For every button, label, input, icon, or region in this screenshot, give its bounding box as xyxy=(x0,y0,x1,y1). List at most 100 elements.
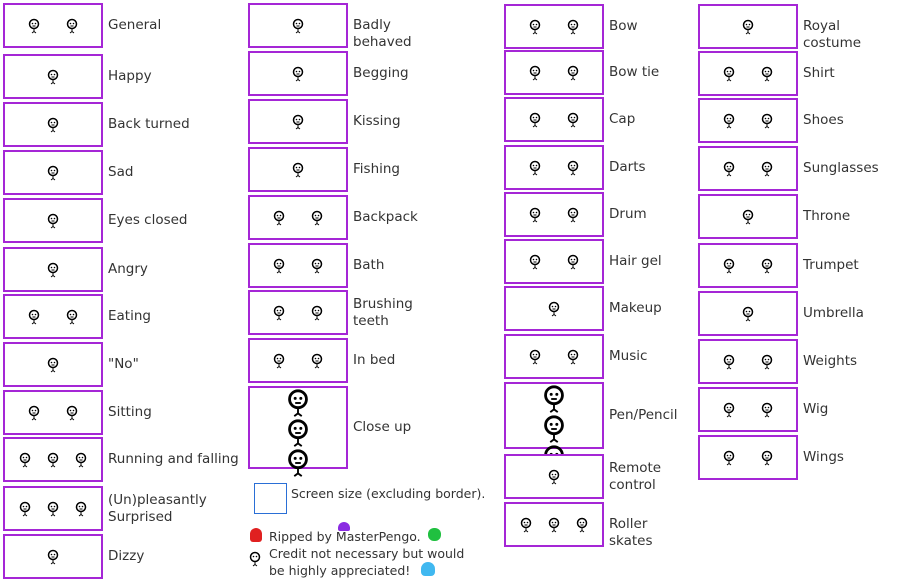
sprite-label: Remote control xyxy=(609,459,662,493)
sprite-frame xyxy=(504,334,604,379)
sprite-label: Kissing xyxy=(353,113,401,129)
sprite-frame xyxy=(3,102,103,147)
sprite-frame xyxy=(698,4,798,49)
character-sprite-icon xyxy=(567,207,578,222)
character-sprite-icon xyxy=(567,19,578,34)
sprite-frame xyxy=(698,194,798,239)
character-sprite-icon xyxy=(567,65,578,80)
blue-creature-icon xyxy=(421,562,435,576)
character-sprite-icon xyxy=(761,258,772,273)
sprite-label: Cap xyxy=(609,111,636,127)
character-sprite-icon xyxy=(47,213,59,228)
character-sprite-icon xyxy=(724,66,735,81)
sprite-label: Back turned xyxy=(108,116,190,132)
character-sprite-icon xyxy=(292,162,304,177)
sprite-label: Begging xyxy=(353,65,409,81)
sprite-label: Brushing teeth xyxy=(353,295,413,329)
sprite-frame xyxy=(248,3,348,48)
character-sprite-icon xyxy=(47,117,59,132)
sprite-frame xyxy=(3,150,103,195)
character-sprite-icon xyxy=(724,113,735,128)
sprite-label: Darts xyxy=(609,159,646,175)
sprite-frame xyxy=(698,387,798,432)
character-sprite-icon xyxy=(292,18,304,33)
character-sprite-icon xyxy=(29,18,40,33)
character-sprite-icon xyxy=(530,19,541,34)
sprite-frame xyxy=(248,51,348,96)
sprite-frame xyxy=(504,4,604,49)
screen-size-box xyxy=(254,483,287,514)
character-sprite-icon xyxy=(47,262,59,277)
character-sprite-icon xyxy=(530,112,541,127)
sprite-frame xyxy=(248,195,348,240)
sprite-label: Badly behaved xyxy=(353,17,412,50)
character-sprite-icon xyxy=(29,309,40,324)
credit-line-2: Credit not necessary but would xyxy=(269,546,465,561)
sprite-label: (Un)pleasantly Surprised xyxy=(108,491,207,525)
sprite-frame xyxy=(3,437,103,482)
character-sprite-icon xyxy=(548,469,560,484)
sprite-frame xyxy=(248,99,348,144)
screen-size-label: Screen size (excluding border). xyxy=(291,486,486,501)
character-sprite-icon xyxy=(274,210,285,225)
sprite-frame xyxy=(248,243,348,288)
character-sprite-icon xyxy=(724,450,735,465)
character-sprite-icon xyxy=(724,161,735,176)
character-sprite-icon xyxy=(19,501,31,516)
sprite-frame xyxy=(248,290,348,335)
character-sprite-icon xyxy=(544,385,564,413)
green-bird-icon xyxy=(428,528,441,541)
sprite-label: Roller skates xyxy=(609,516,653,549)
sprite-label: Makeup xyxy=(609,300,662,316)
sprite-frame xyxy=(504,286,604,331)
character-sprite-icon xyxy=(530,349,541,364)
credit-line-3: be highly appreciated! xyxy=(269,563,411,578)
character-sprite-icon xyxy=(548,517,560,532)
sprite-frame xyxy=(698,51,798,96)
sprite-frame xyxy=(504,145,604,190)
character-sprite-icon xyxy=(66,405,77,420)
character-sprite-icon xyxy=(761,66,772,81)
sprite-label: Running and falling xyxy=(108,451,239,467)
character-sprite-icon xyxy=(530,207,541,222)
character-sprite-icon xyxy=(274,353,285,368)
sprite-label: Music xyxy=(609,348,648,364)
sprite-frame xyxy=(698,291,798,336)
character-sprite-icon xyxy=(66,18,77,33)
character-sprite-icon xyxy=(567,254,578,269)
character-sprite-icon xyxy=(520,517,532,532)
sprite-frame xyxy=(504,239,604,284)
sprite-label: Fishing xyxy=(353,161,400,177)
character-sprite-icon xyxy=(75,501,87,516)
sprite-label: Weights xyxy=(803,353,858,369)
character-sprite-icon xyxy=(761,450,772,465)
sprite-label: Hair gel xyxy=(609,253,662,269)
sprite-label: Umbrella xyxy=(803,305,864,321)
sprite-frame xyxy=(698,146,798,191)
character-sprite-icon xyxy=(761,161,772,176)
sprite-label: Sad xyxy=(108,164,134,180)
sprite-label: Bow tie xyxy=(609,64,660,80)
character-sprite-icon xyxy=(47,452,59,467)
sprite-label: Royal costume xyxy=(803,18,862,51)
sprite-frame xyxy=(3,390,103,435)
character-sprite-icon xyxy=(288,449,308,477)
sprite-frame xyxy=(3,294,103,339)
sprite-label: Sitting xyxy=(108,404,152,420)
character-sprite-icon xyxy=(292,66,304,81)
character-sprite-icon xyxy=(530,160,541,175)
sprite-label: Backpack xyxy=(353,209,418,225)
sprite-frame xyxy=(504,50,604,95)
sprite-frame xyxy=(698,339,798,384)
character-sprite-icon xyxy=(311,305,322,320)
character-sprite-icon xyxy=(274,305,285,320)
character-sprite-icon xyxy=(47,501,59,516)
character-sprite-icon xyxy=(311,210,322,225)
sprite-frame xyxy=(504,502,604,547)
character-sprite-icon xyxy=(724,258,735,273)
character-sprite-icon xyxy=(530,65,541,80)
purple-creature-icon xyxy=(338,522,350,531)
sprite-frame xyxy=(3,247,103,292)
sprite-label: Wig xyxy=(803,401,829,417)
sprite-frame xyxy=(3,198,103,243)
